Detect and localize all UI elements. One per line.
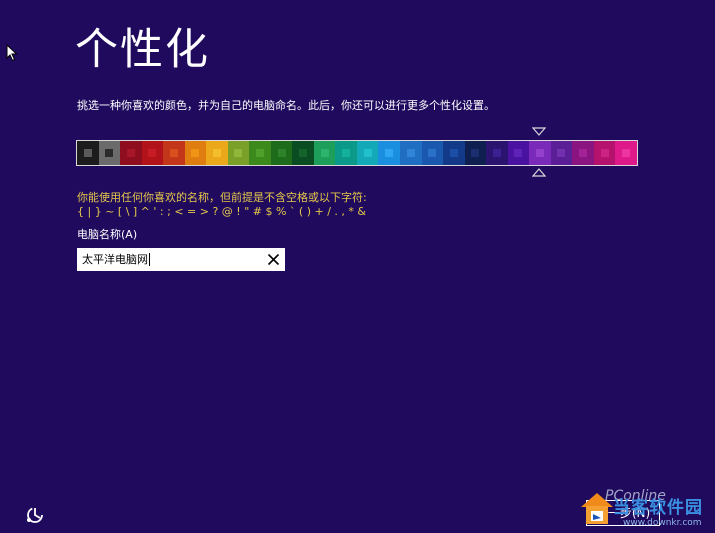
color-swatch[interactable] (486, 141, 508, 165)
color-swatch[interactable] (184, 141, 207, 165)
color-swatch-mark (406, 149, 415, 157)
color-swatch-mark (234, 149, 243, 157)
color-swatch-mark (191, 149, 200, 157)
color-swatch[interactable] (335, 141, 357, 165)
selection-pointer-down-icon (532, 127, 547, 136)
color-picker[interactable] (76, 127, 638, 179)
pc-name-label: 电脑名称(A) (77, 228, 138, 241)
watermark-site-name: 当客软件园 (613, 498, 703, 518)
color-swatch-mark (83, 149, 92, 157)
color-swatch[interactable] (572, 141, 594, 165)
color-swatch-mark (622, 149, 631, 157)
naming-hint-line1: 你能使用任何你喜欢的名称，但前提是不含空格或以下字符: (77, 191, 367, 204)
watermark-url: www.downkr.com (623, 518, 702, 528)
color-swatch[interactable] (270, 141, 293, 165)
color-swatch[interactable] (292, 141, 314, 165)
page-title: 个性化 (75, 25, 210, 75)
color-swatch[interactable] (163, 141, 185, 165)
color-swatch-strip[interactable] (76, 140, 638, 166)
color-swatch-mark (363, 149, 372, 157)
color-swatch[interactable] (615, 141, 637, 165)
color-swatch[interactable] (206, 141, 228, 165)
color-swatch-mark (299, 149, 308, 157)
color-swatch-mark (148, 149, 157, 157)
color-swatch-mark (126, 149, 135, 157)
color-swatch-mark (105, 149, 114, 157)
clear-icon[interactable] (264, 250, 283, 269)
color-swatch[interactable] (399, 141, 422, 165)
text-caret (149, 253, 150, 266)
color-swatch-mark (600, 149, 609, 157)
color-swatch-mark (342, 149, 351, 157)
pc-name-value[interactable]: 太平洋电脑网 (82, 248, 148, 271)
color-swatch-mark (492, 149, 501, 157)
color-swatch-mark (169, 149, 178, 157)
color-swatch[interactable] (550, 141, 573, 165)
color-swatch[interactable] (77, 141, 99, 165)
color-swatch-mark (428, 149, 437, 157)
color-swatch-mark (471, 149, 480, 157)
color-swatch[interactable] (464, 141, 487, 165)
color-swatch[interactable] (141, 141, 164, 165)
color-swatch-mark (256, 149, 265, 157)
selection-pointer-up-icon (532, 168, 547, 177)
color-swatch[interactable] (507, 141, 530, 165)
color-swatch[interactable] (593, 141, 616, 165)
color-swatch-mark (535, 149, 544, 157)
color-swatch[interactable] (421, 141, 444, 165)
color-swatch-mark (320, 149, 329, 157)
color-swatch-mark (449, 149, 458, 157)
color-swatch[interactable] (249, 141, 271, 165)
color-swatch[interactable] (529, 141, 551, 165)
color-swatch-mark (212, 149, 221, 157)
watermark: PConline 当客软件园 www.downkr.com (575, 485, 715, 533)
pc-name-field[interactable]: 太平洋电脑网 (77, 248, 285, 271)
naming-hint: 你能使用任何你喜欢的名称，但前提是不含空格或以下字符: { | } ~ [ \ … (77, 191, 367, 219)
color-swatch[interactable] (98, 141, 121, 165)
page-description: 挑选一种你喜欢的颜色，并为自己的电脑命名。此后，你还可以进行更多个性化设置。 (77, 99, 495, 112)
color-swatch-mark (578, 149, 587, 157)
color-swatch[interactable] (356, 141, 379, 165)
color-swatch-mark (514, 149, 523, 157)
color-swatch[interactable] (378, 141, 400, 165)
naming-hint-line2: { | } ~ [ \ ] ^ ' : ; < = > ? @ ! " # $ … (77, 205, 366, 218)
mouse-cursor-icon (6, 44, 18, 62)
color-swatch[interactable] (443, 141, 465, 165)
color-swatch[interactable] (313, 141, 336, 165)
color-swatch-mark (557, 149, 566, 157)
color-swatch[interactable] (120, 141, 142, 165)
color-swatch-mark (277, 149, 286, 157)
color-swatch[interactable] (227, 141, 250, 165)
color-swatch-mark (385, 149, 394, 157)
ease-of-access-icon[interactable] (24, 504, 46, 526)
